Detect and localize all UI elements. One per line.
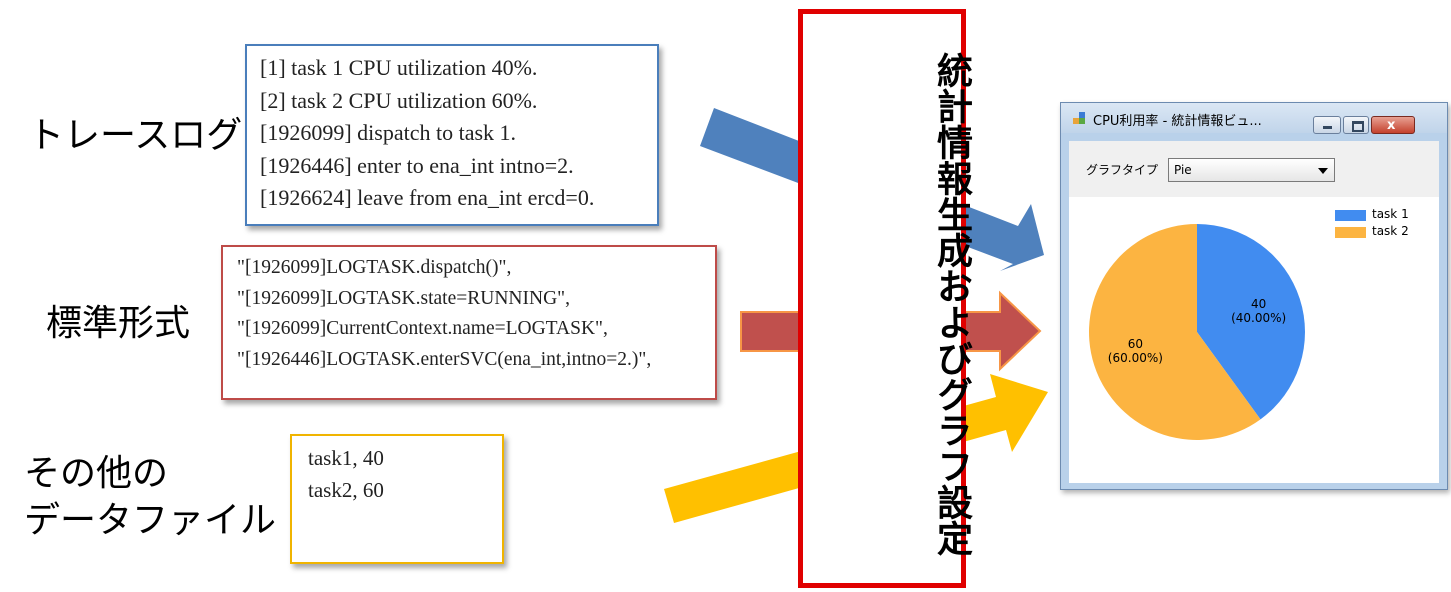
trace-log-box: [1] task 1 CPU utilization 40%. [2] task… — [245, 44, 659, 226]
graph-type-select[interactable]: Pie — [1168, 158, 1335, 182]
minimize-button[interactable] — [1313, 116, 1341, 134]
data-file-line: task1, 40 — [308, 446, 384, 470]
pie-percent-label: (40.00%) — [1231, 311, 1286, 325]
close-button[interactable]: x — [1371, 116, 1415, 134]
statistics-generation-text: 統計情報生成およびグラフ設定 — [931, 52, 972, 556]
trace-log-line: [2] task 2 CPU utilization 60%. — [260, 87, 538, 113]
window-title: CPU利用率 - 統計情報ビュ... — [1093, 114, 1262, 129]
standard-format-box: "[1926099]LOGTASK.dispatch()", "[1926099… — [221, 245, 717, 400]
statistics-viewer-window: CPU利用率 - 統計情報ビュ... x グラフタイプ Pie 40 (40.00… — [1060, 102, 1448, 490]
legend-swatch — [1335, 227, 1366, 238]
trace-log-line: [1] task 1 CPU utilization 40%. — [260, 55, 538, 80]
standard-format-line: "[1926446]LOGTASK.enterSVC(ena_int,intno… — [237, 348, 652, 370]
pie-chart: 40(40.00%) 60(60.00%) — [1089, 224, 1305, 440]
pie-percent-label: (60.00%) — [1108, 351, 1163, 365]
data-file-box: task1, 40 task2, 60 — [290, 434, 504, 564]
graph-type-select-value: Pie — [1174, 163, 1192, 177]
close-icon: x — [1387, 118, 1396, 133]
chevron-down-icon — [1318, 168, 1328, 174]
trace-log-line: [1926446] enter to ena_int intno=2. — [260, 152, 574, 178]
standard-format-line: "[1926099]LOGTASK.dispatch()", — [237, 257, 512, 278]
legend-label: task 1 — [1372, 207, 1409, 221]
legend-swatch — [1335, 210, 1366, 221]
trace-log-line: [1926624] leave from ena_int ercd=0. — [260, 185, 595, 210]
standard-format-line: "[1926099]CurrentContext.name=LOGTASK", — [237, 318, 608, 339]
legend-label: task 2 — [1372, 224, 1409, 238]
window-titlebar[interactable]: CPU利用率 - 統計情報ビュ... x — [1061, 103, 1447, 134]
maximize-button[interactable] — [1343, 116, 1369, 134]
window-client-area: グラフタイプ Pie 40 (40.00%) 60 (60.00%) task 1 t… — [1069, 141, 1439, 483]
data-file-line: task2, 60 — [308, 478, 384, 502]
graph-type-label: グラフタイプ — [1086, 163, 1159, 177]
maximize-icon — [1352, 121, 1364, 132]
standard-format-line: "[1926099]LOGTASK.state=RUNNING", — [237, 287, 570, 309]
statistics-generation-box: 統計情報生成およびグラフ設定 — [798, 9, 972, 588]
chart-area: 40 (40.00%) 60 (60.00%) task 1 task 2 — [1069, 197, 1439, 483]
app-icon — [1073, 112, 1086, 125]
trace-log-line: [1926099] dispatch to task 1. — [260, 120, 517, 145]
pie-value-label: 40 — [1251, 297, 1266, 311]
minimize-icon — [1323, 126, 1332, 129]
pie-value-label: 60 — [1128, 337, 1143, 351]
